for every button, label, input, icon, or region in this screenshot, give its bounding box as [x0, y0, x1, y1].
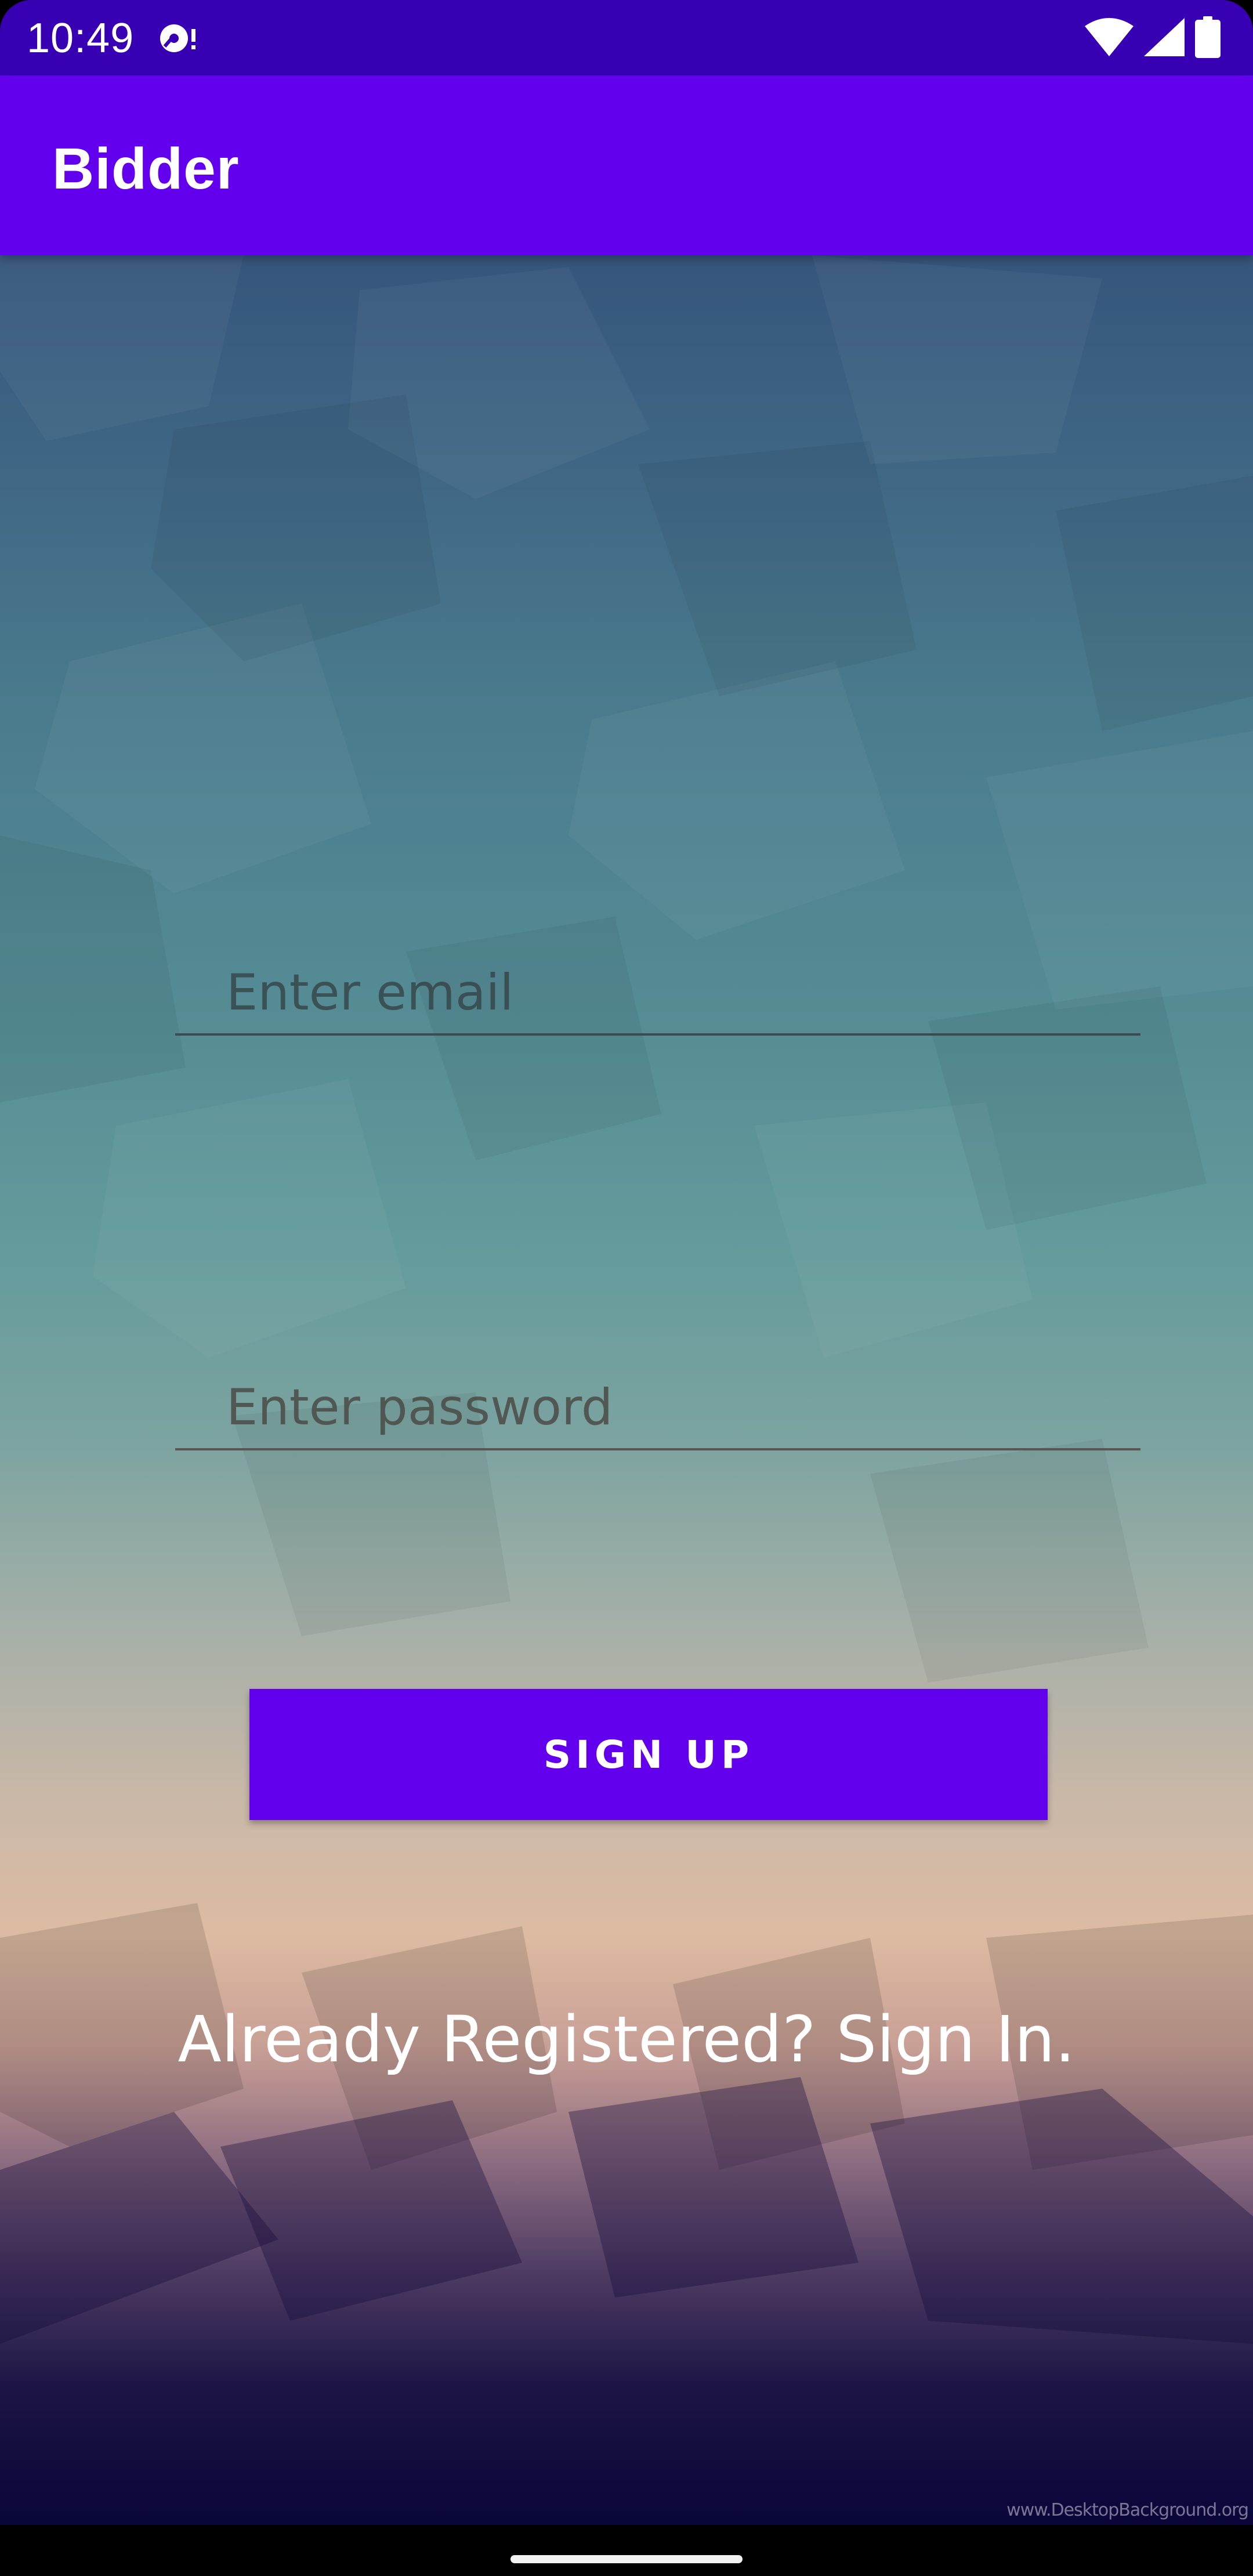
wifi-icon — [1085, 17, 1134, 59]
screen: 10:49 Bidder www.DesktopBackground.org E… — [0, 0, 1253, 2576]
password-field[interactable] — [175, 1369, 1140, 1450]
signin-link[interactable]: Already Registered? Sign In. — [0, 2002, 1253, 2077]
password-input[interactable] — [226, 1379, 1120, 1437]
home-handle[interactable] — [510, 2555, 743, 2563]
watermark: www.DesktopBackground.org — [1006, 2500, 1249, 2520]
signup-button[interactable]: SIGN UP — [249, 1689, 1048, 1820]
signal-icon — [1144, 17, 1185, 59]
media-icon — [158, 21, 203, 56]
email-input[interactable] — [226, 964, 1120, 1022]
email-field[interactable] — [175, 954, 1140, 1036]
status-icons — [1085, 16, 1221, 61]
status-time: 10:49 — [27, 15, 135, 61]
app-title: Bidder — [52, 136, 240, 201]
app-bar: Bidder — [0, 75, 1253, 255]
status-bar: 10:49 — [0, 0, 1253, 75]
battery-icon — [1195, 16, 1221, 61]
navigation-bar — [0, 2525, 1253, 2576]
